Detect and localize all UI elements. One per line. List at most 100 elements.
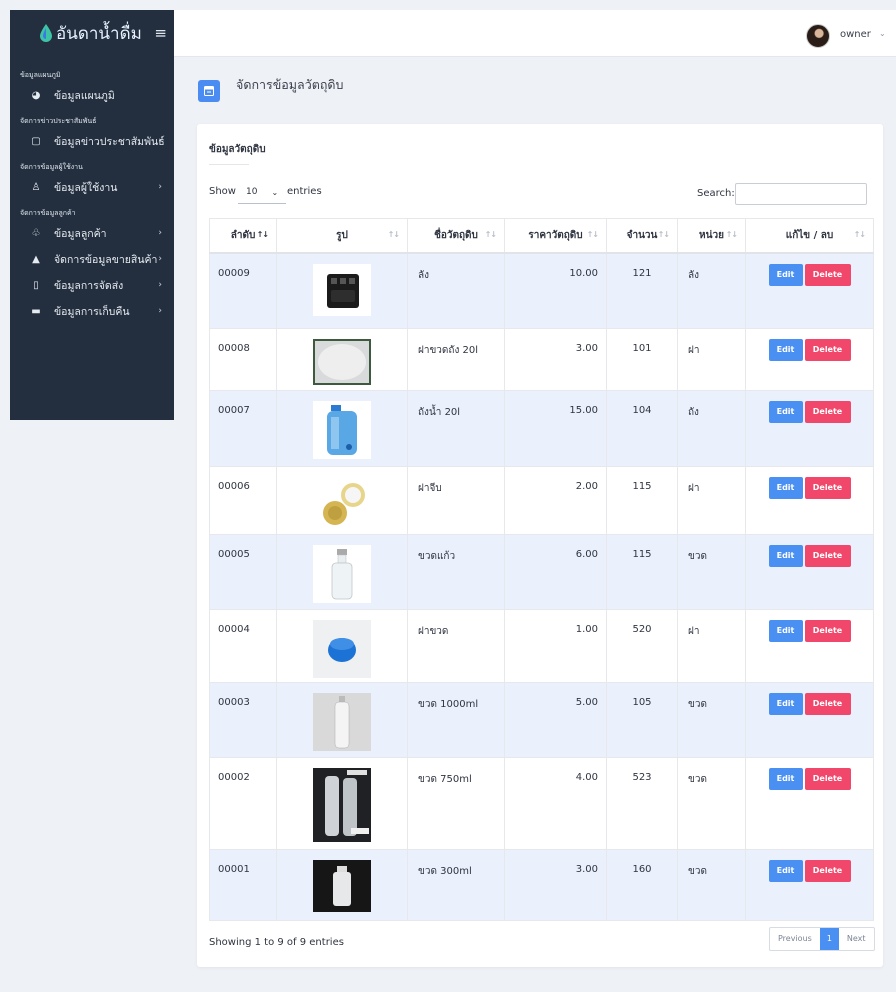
- pagination-previous[interactable]: Previous: [770, 928, 820, 950]
- edit-button[interactable]: Edit: [768, 619, 803, 642]
- sidebar-item-label: ข้อมูลลูกค้า: [54, 227, 107, 240]
- cell-name: ขวดแก้ว: [407, 533, 505, 610]
- edit-button[interactable]: Edit: [768, 338, 803, 361]
- table-row: 00003 ขวด 1000ml 5.00 105 ขวด Edit Delete: [209, 681, 874, 758]
- delete-button[interactable]: Delete: [804, 767, 851, 790]
- delete-button[interactable]: Delete: [804, 544, 851, 567]
- edit-button[interactable]: Edit: [768, 400, 803, 423]
- col-header-price[interactable]: ราคาวัตถุดิบ ↑↓: [504, 218, 607, 254]
- delete-button[interactable]: Delete: [804, 338, 851, 361]
- cell-qty: 523: [606, 756, 678, 850]
- col-header-qty[interactable]: จำนวน ↑↓: [606, 218, 678, 254]
- sidebar-item[interactable]: ▬ ข้อมูลการเก็บคืน ›: [10, 298, 174, 324]
- col-header-label: ราคาวัตถุดิบ: [528, 230, 583, 241]
- sidebar-section-title: ข้อมูลแผนภูมิ: [20, 70, 61, 79]
- sort-icon: ↑↓: [657, 230, 670, 239]
- chevron-right-icon: ›: [158, 254, 162, 264]
- cell-unit: ขวด: [677, 681, 746, 758]
- cell-unit: ฝา: [677, 608, 746, 683]
- sidebar-item[interactable]: ♧ ข้อมูลลูกค้า ›: [10, 220, 174, 246]
- entries-label: entries: [287, 186, 322, 197]
- cell-id: 00003: [209, 681, 277, 758]
- cell-image: [276, 533, 408, 610]
- col-header-label: จำนวน: [626, 230, 658, 241]
- sidebar-item[interactable]: ◕ ข้อมูลแผนภูมิ: [10, 82, 174, 108]
- archive-icon: [198, 80, 220, 102]
- edit-button[interactable]: Edit: [768, 544, 803, 567]
- cell-unit: ขวด: [677, 756, 746, 850]
- cell-image: [276, 608, 408, 683]
- delete-button[interactable]: Delete: [804, 400, 851, 423]
- cell-image: [276, 252, 408, 329]
- cell-actions: Edit Delete: [745, 252, 874, 329]
- cell-actions: Edit Delete: [745, 608, 874, 683]
- cell-actions: Edit Delete: [745, 465, 874, 535]
- hamburger-menu-icon[interactable]: ≡: [154, 24, 167, 42]
- pagination: Previous 1 Next: [769, 927, 875, 951]
- edit-button[interactable]: Edit: [768, 264, 803, 286]
- cell-qty: 115: [606, 533, 678, 610]
- col-header-label: แก้ไข / ลบ: [785, 230, 834, 241]
- cell-image: [276, 756, 408, 850]
- page-title: จัดการข้อมูลวัตถุดิบ: [236, 77, 344, 92]
- cell-price: 2.00: [504, 465, 607, 535]
- pagination-page-1[interactable]: 1: [819, 928, 839, 950]
- sidebar-nav: ข้อมูลแผนภูมิ ◕ ข้อมูลแผนภูมิ จัดการข่าวประ…: [10, 68, 174, 324]
- col-header-image[interactable]: รูป ↑↓: [276, 218, 408, 254]
- brand[interactable]: อันดาน้ำดื่ม ≡: [10, 10, 174, 56]
- search-input[interactable]: [735, 183, 867, 205]
- chevron-right-icon: ›: [158, 136, 162, 146]
- cell-name: ขวด 300ml: [407, 848, 505, 921]
- sidebar-item[interactable]: ▢ ข้อมูลข่าวประชาสัมพันธ์ ›: [10, 128, 174, 154]
- delete-button[interactable]: Delete: [804, 476, 851, 499]
- cell-price: 10.00: [504, 252, 607, 329]
- edit-button[interactable]: Edit: [768, 476, 803, 499]
- cell-qty: 115: [606, 465, 678, 535]
- cell-price: 5.00: [504, 681, 607, 758]
- avatar[interactable]: [806, 24, 830, 48]
- sidebar-section-title: จัดการข้อมูลผู้ใช้งาน: [20, 162, 83, 171]
- cell-id: 00008: [209, 327, 277, 391]
- edit-button[interactable]: Edit: [768, 767, 803, 790]
- materials-card: ข้อมูลวัตถุดิบ Show 10 ⌄ entries Search:…: [197, 124, 883, 967]
- delete-button[interactable]: Delete: [804, 859, 851, 882]
- table-row: 00002 ขวด 750ml 4.00 523 ขวด Edit Delete: [209, 756, 874, 850]
- col-header-unit[interactable]: หน่วย ↑↓: [677, 218, 746, 254]
- sidebar-item-label: จัดการข้อมูลขายสินค้า: [54, 253, 158, 266]
- delete-button[interactable]: Delete: [804, 619, 851, 642]
- table-header-row: ลำดับ ↑↓ รูป ↑↓ ชื่อวัตถุดิบ ↑↓ ราคาวัตถุดิ…: [209, 218, 874, 254]
- delete-button[interactable]: Delete: [804, 692, 851, 715]
- cell-id: 00009: [209, 252, 277, 329]
- entries-length-select[interactable]: 10 ⌄: [238, 181, 286, 204]
- cell-unit: ฝา: [677, 327, 746, 391]
- cell-image: [276, 848, 408, 921]
- cell-qty: 520: [606, 608, 678, 683]
- sidebar: อันดาน้ำดื่ม ≡ ข้อมูลแผนภูมิ ◕ ข้อมูลแผนภู…: [10, 10, 174, 420]
- sidebar-item[interactable]: ▲ จัดการข้อมูลขายสินค้า ›: [10, 246, 174, 272]
- username[interactable]: owner: [840, 29, 871, 40]
- table-row: 00006 ฝาจีบ 2.00 115 ฝา Edit Delete: [209, 465, 874, 535]
- delete-button[interactable]: Delete: [804, 264, 851, 286]
- cell-unit: ขวด: [677, 848, 746, 921]
- water-tank-image: [313, 400, 371, 462]
- bottle-300-image: [313, 859, 371, 915]
- topbar: owner ⌄: [174, 10, 896, 57]
- sidebar-item[interactable]: ▯ ข้อมูลการจัดส่ง ›: [10, 272, 174, 298]
- cell-qty: 101: [606, 327, 678, 391]
- pagination-next[interactable]: Next: [839, 928, 874, 950]
- col-header-id[interactable]: ลำดับ ↑↓: [209, 218, 277, 254]
- table-row: 00008 ฝาขวดถัง 20l 3.00 101 ฝา Edit Delete: [209, 327, 874, 391]
- col-header-name[interactable]: ชื่อวัตถุดิบ ↑↓: [407, 218, 505, 254]
- crate-image: [313, 264, 371, 319]
- chevron-down-icon[interactable]: ⌄: [879, 29, 886, 38]
- sidebar-item[interactable]: ♙ ข้อมูลผู้ใช้งาน ›: [10, 174, 174, 200]
- sidebar-item-label: ข้อมูลการเก็บคืน: [54, 305, 130, 318]
- cell-name: ถังน้ำ 20l: [407, 389, 505, 467]
- cell-id: 00004: [209, 608, 277, 683]
- edit-button[interactable]: Edit: [768, 859, 803, 882]
- cell-name: ลัง: [407, 252, 505, 329]
- col-header-actions[interactable]: แก้ไข / ลบ ↑↓: [745, 218, 874, 254]
- cell-actions: Edit Delete: [745, 681, 874, 758]
- chevron-right-icon: ›: [158, 228, 162, 238]
- edit-button[interactable]: Edit: [768, 692, 803, 715]
